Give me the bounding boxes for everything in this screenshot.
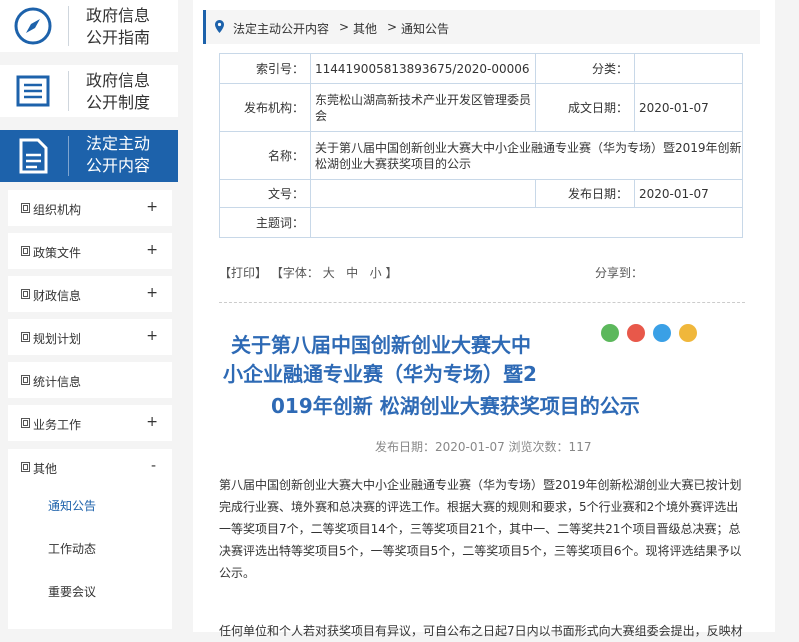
sidebar-card-system[interactable]: 政府信息 公开制度 bbox=[0, 65, 178, 117]
sidebar-card-label: 政府信息 bbox=[86, 71, 151, 90]
article-title-line: 019年创新 松湖创业大赛获奖项目的公示 bbox=[271, 394, 640, 418]
article-publish-info: 发布日期：2020-01-07 浏览次数：117 bbox=[375, 440, 592, 454]
breadcrumb: 法定主动公开内容 > 其他 > 通知公告 bbox=[203, 10, 760, 44]
list-icon bbox=[16, 75, 50, 107]
expand-icon[interactable]: + bbox=[146, 285, 158, 301]
article-paragraph: 任何单位和个人若对获奖项目有异议，可自公布之日起7日内以书面形式向大赛组委会提出… bbox=[219, 624, 743, 638]
share-label: 分享到： bbox=[595, 266, 644, 280]
article-title-line: 关于第八届中国创新创业大赛大中 bbox=[231, 333, 531, 357]
date-label: 成文日期： bbox=[535, 83, 635, 132]
sidebar-card-label: 法定主动 bbox=[86, 134, 151, 153]
submenu-item-notice[interactable]: 通知公告 bbox=[48, 497, 212, 514]
font-small-link[interactable]: 小 bbox=[370, 266, 382, 280]
expand-icon[interactable]: + bbox=[146, 242, 158, 258]
page-icon bbox=[21, 246, 30, 256]
compass-icon bbox=[14, 7, 52, 45]
page-icon bbox=[21, 203, 30, 213]
category-label: 分类： bbox=[535, 53, 635, 84]
font-size-label: 【字体： bbox=[270, 266, 319, 280]
document-icon bbox=[19, 138, 48, 174]
divider bbox=[219, 302, 745, 303]
sidebar-item-other[interactable]: 其他 - 通知公告 工作动态 重要会议 bbox=[8, 449, 172, 629]
page-icon bbox=[21, 332, 30, 342]
qzone-icon[interactable] bbox=[679, 324, 697, 342]
org-value: 东莞松山湖高新技术产业开发区管理委员会 bbox=[310, 83, 536, 132]
breadcrumb-accent bbox=[203, 10, 206, 44]
main-content: 法定主动公开内容 > 其他 > 通知公告 索引号： 11441900581389… bbox=[193, 0, 775, 638]
sidebar-item-finance[interactable]: 财政信息 + bbox=[8, 276, 172, 312]
document-meta-table: 索引号： 11441900581389367​5/2020-00006 分类： … bbox=[219, 53, 743, 238]
collapse-icon[interactable]: - bbox=[151, 458, 156, 474]
sidebar: 政府信息 公开指南 政府信息 公开制度 法定主动 公开内容 组织机构 + 政策文… bbox=[0, 0, 190, 632]
article-tools: 【打印】 【字体： 大 中 小 】 bbox=[219, 264, 397, 281]
page-icon bbox=[21, 462, 30, 472]
print-link[interactable]: 【打印】 bbox=[219, 266, 267, 280]
submenu-item-news[interactable]: 工作动态 bbox=[48, 540, 212, 557]
expand-icon[interactable]: + bbox=[146, 414, 158, 430]
pubdate-label: 发布日期： bbox=[535, 179, 635, 208]
qq-icon[interactable] bbox=[653, 324, 671, 342]
sidebar-card-label: 公开制度 bbox=[86, 93, 151, 112]
sidebar-item-label: 规划计划 bbox=[33, 332, 82, 346]
sidebar-item-label: 财政信息 bbox=[33, 289, 82, 303]
article-title-line: 小企业融通专业赛（华为专场）暨2 bbox=[223, 362, 537, 386]
breadcrumb-item[interactable]: 其他 bbox=[353, 20, 377, 37]
sidebar-card-active-content[interactable]: 法定主动 公开内容 bbox=[0, 130, 178, 182]
docno-label: 文号： bbox=[219, 179, 311, 208]
category-value bbox=[634, 53, 743, 84]
font-medium-link[interactable]: 中 bbox=[346, 266, 358, 280]
location-pin-icon bbox=[215, 20, 224, 33]
divider bbox=[68, 71, 69, 111]
divider bbox=[68, 6, 69, 46]
breadcrumb-separator: > bbox=[387, 20, 398, 34]
name-label: 名称： bbox=[219, 131, 311, 180]
wechat-icon[interactable] bbox=[601, 324, 619, 342]
sidebar-item-planning[interactable]: 规划计划 + bbox=[8, 319, 172, 355]
sidebar-card-label: 政府信息 bbox=[86, 6, 151, 25]
font-large-link[interactable]: 大 bbox=[323, 266, 335, 280]
article-paragraph: 第八届中国创新创业大赛大中小企业融通专业赛（华为专场）暨2019年创新松湖创业大… bbox=[219, 478, 742, 580]
sidebar-item-policy[interactable]: 政策文件 + bbox=[8, 233, 172, 269]
date-value: 2020-01-07 bbox=[634, 83, 743, 132]
sidebar-item-statistics[interactable]: 统计信息 bbox=[8, 362, 172, 398]
sidebar-card-label: 公开内容 bbox=[86, 156, 151, 175]
sidebar-item-label: 政策文件 bbox=[33, 246, 82, 260]
docno-value bbox=[310, 179, 536, 208]
keyword-value bbox=[310, 207, 743, 238]
breadcrumb-separator: > bbox=[339, 20, 350, 34]
page-icon bbox=[21, 375, 30, 385]
pubdate-value: 2020-01-07 bbox=[634, 179, 743, 208]
org-label: 发布机构： bbox=[219, 83, 311, 132]
sidebar-item-business[interactable]: 业务工作 + bbox=[8, 405, 172, 441]
font-size-close: 】 bbox=[385, 266, 398, 280]
expand-icon[interactable]: + bbox=[146, 199, 158, 215]
breadcrumb-item[interactable]: 通知公告 bbox=[401, 20, 449, 37]
sidebar-item-label: 组织机构 bbox=[33, 203, 82, 217]
keyword-label: 主题词： bbox=[219, 207, 311, 238]
divider bbox=[68, 136, 69, 176]
weibo-icon[interactable] bbox=[627, 324, 645, 342]
page-icon bbox=[21, 418, 30, 428]
expand-icon[interactable]: + bbox=[146, 328, 158, 344]
sidebar-item-label: 统计信息 bbox=[33, 375, 82, 389]
page-icon bbox=[21, 289, 30, 299]
breadcrumb-item[interactable]: 法定主动公开内容 bbox=[233, 20, 329, 37]
name-value: 关于第八届中国创新创业大赛大中小企业融通专业赛（华为专场）暨2019年创新松湖创… bbox=[310, 131, 743, 180]
sidebar-card-guide[interactable]: 政府信息 公开指南 bbox=[0, 0, 178, 52]
submenu-item-meetings[interactable]: 重要会议 bbox=[48, 583, 212, 600]
sidebar-item-label: 业务工作 bbox=[33, 418, 82, 432]
index-value: 11441900581389367​5/2020-00006 bbox=[310, 53, 536, 84]
index-label: 索引号： bbox=[219, 53, 311, 84]
sidebar-item-org[interactable]: 组织机构 + bbox=[8, 190, 172, 226]
sidebar-card-label: 公开指南 bbox=[86, 28, 151, 47]
sidebar-item-label: 其他 bbox=[33, 462, 58, 476]
